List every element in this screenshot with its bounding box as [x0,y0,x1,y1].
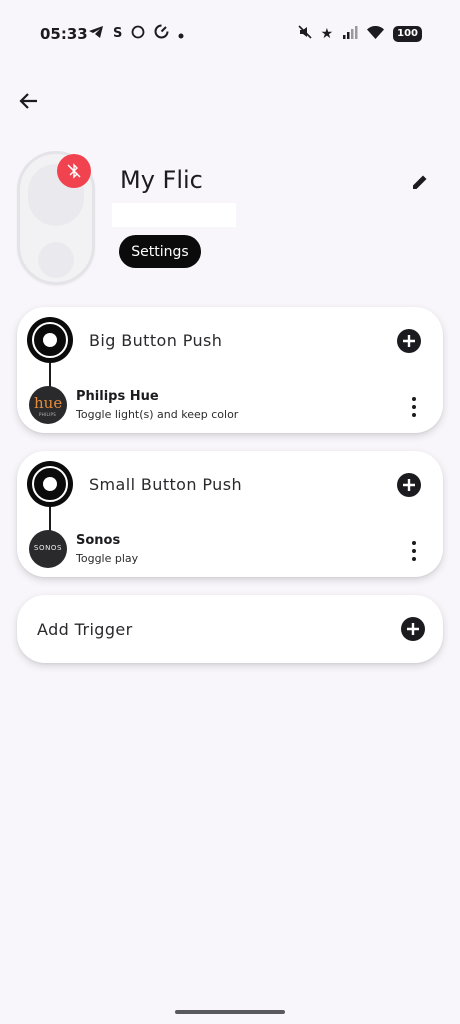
circle-icon [131,24,145,43]
small-button-trigger-icon [27,461,73,507]
action-name: Sonos [76,533,121,548]
signal-icon [342,24,358,43]
big-button-trigger-icon [27,317,73,363]
more-options-button[interactable] [411,541,417,561]
add-trigger-card[interactable]: Add Trigger [17,595,443,663]
arrow-left-icon [19,93,37,109]
action-name: Philips Hue [76,389,159,404]
action-description: Toggle light(s) and keep color [76,408,239,421]
status-right-icons: ★ 100 [297,24,422,43]
subtitle-field [112,203,236,227]
philips-hue-logo: hue PHILIPS [29,386,67,424]
plus-icon [407,623,419,635]
add-action-button[interactable] [397,329,421,353]
mute-icon [297,24,312,43]
connector-line [49,363,51,387]
trigger-card-big-button: Big Button Push hue PHILIPS Philips Hue … [17,307,443,433]
action-description: Toggle play [76,552,139,565]
more-options-button[interactable] [411,397,417,417]
status-left-icons: S [88,24,184,43]
trigger-card-small-button: Small Button Push SONOS Sonos Toggle pla… [17,451,443,577]
star-icon: ★ [320,25,334,42]
status-bar: 05:33 S ★ 100 [0,0,460,66]
telegram-icon [88,24,104,43]
add-trigger-button[interactable] [401,617,425,641]
trigger-label: Small Button Push [89,475,242,494]
sonos-logo: SONOS [29,530,67,568]
bluetooth-disconnected-badge [57,154,91,188]
bluetooth-off-icon [67,163,81,179]
page-title: My Flic [120,166,203,194]
sync-icon [154,24,169,43]
small-button-graphic [38,242,74,278]
settings-button[interactable]: Settings [119,235,201,268]
trigger-label: Big Button Push [89,331,223,350]
plus-icon [403,479,415,491]
back-button[interactable] [14,86,44,116]
connector-line [49,507,51,531]
add-trigger-label: Add Trigger [37,620,133,639]
battery-icon: 100 [393,25,422,42]
add-action-button[interactable] [397,473,421,497]
pencil-icon [413,175,427,189]
dot-icon [178,24,184,43]
status-time: 05:33 [40,25,88,43]
wifi-icon [367,24,385,43]
plus-icon [403,335,415,347]
s-icon: S [113,25,123,41]
edit-name-button[interactable] [406,168,434,196]
gesture-nav-handle[interactable] [175,1010,285,1014]
